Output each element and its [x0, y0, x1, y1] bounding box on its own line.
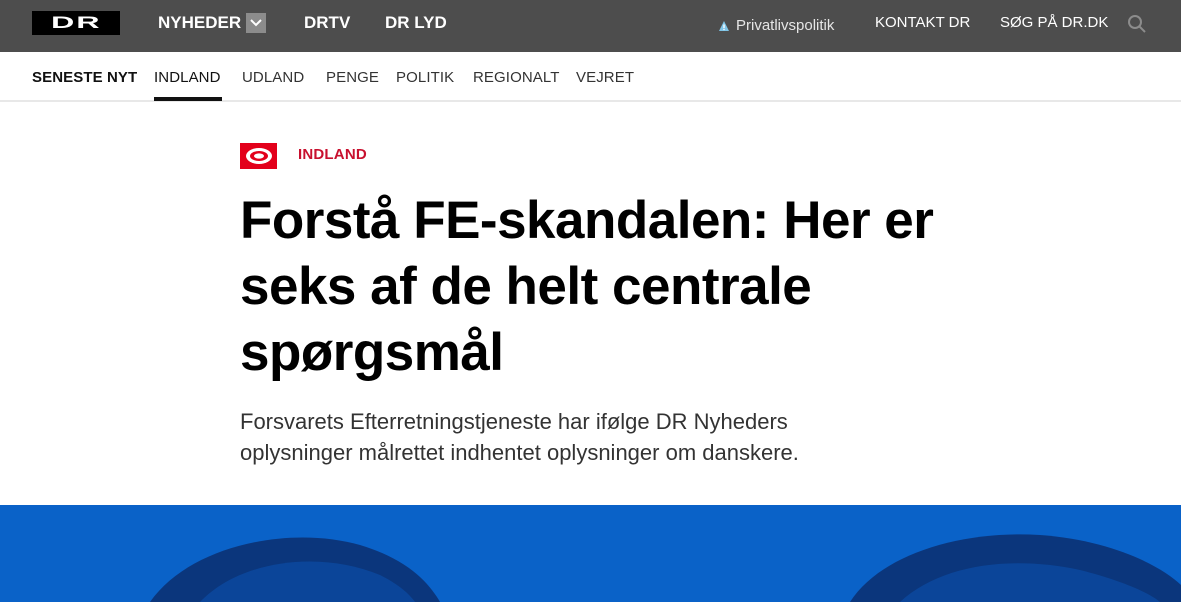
dr-eye-icon — [240, 143, 277, 169]
contact-link[interactable]: KONTAKT DR — [875, 0, 970, 52]
headline-bold: Forstå FE-skandalen: — [240, 191, 769, 250]
section-vejret[interactable]: VEJRET — [576, 52, 634, 102]
section-indland[interactable]: INDLAND — [154, 52, 221, 102]
section-seneste-nyt[interactable]: SENESTE NYT — [32, 52, 137, 102]
section-udland[interactable]: UDLAND — [242, 52, 304, 102]
article-kicker[interactable]: INDLAND — [298, 146, 367, 163]
section-penge[interactable]: PENGE — [326, 52, 379, 102]
nav-drtv[interactable]: DRTV — [304, 0, 350, 52]
privacy-label: Privatlivspolitik — [736, 17, 835, 34]
search-link[interactable]: SØG PÅ DR.DK — [1000, 0, 1108, 52]
top-bar: DR NYHEDER DRTV DR LYD Privatlivspolitik… — [0, 0, 1181, 52]
dr-logo[interactable]: DR — [32, 11, 120, 35]
dr-logo-text: DR — [50, 13, 102, 32]
hero-image — [0, 505, 1181, 602]
search-icon[interactable] — [1127, 14, 1147, 34]
chevron-down-icon[interactable] — [246, 13, 266, 33]
nav-nyheder[interactable]: NYHEDER — [158, 0, 241, 52]
section-nav: SENESTE NYT INDLAND UDLAND PENGE POLITIK… — [0, 52, 1181, 102]
nav-dr-lyd[interactable]: DR LYD — [385, 0, 447, 52]
section-politik[interactable]: POLITIK — [396, 52, 454, 102]
article-headline: Forstå FE-skandalen: Her er seks af de h… — [240, 188, 940, 386]
active-section-indicator — [154, 97, 222, 101]
privacy-alert-icon — [719, 21, 729, 31]
privacy-link[interactable]: Privatlivspolitik — [718, 0, 834, 52]
section-regionalt[interactable]: REGIONALT — [473, 52, 559, 102]
article-summary: Forsvarets Efterretningstjeneste har ifø… — [240, 409, 799, 465]
hero-image-art — [150, 534, 1181, 602]
